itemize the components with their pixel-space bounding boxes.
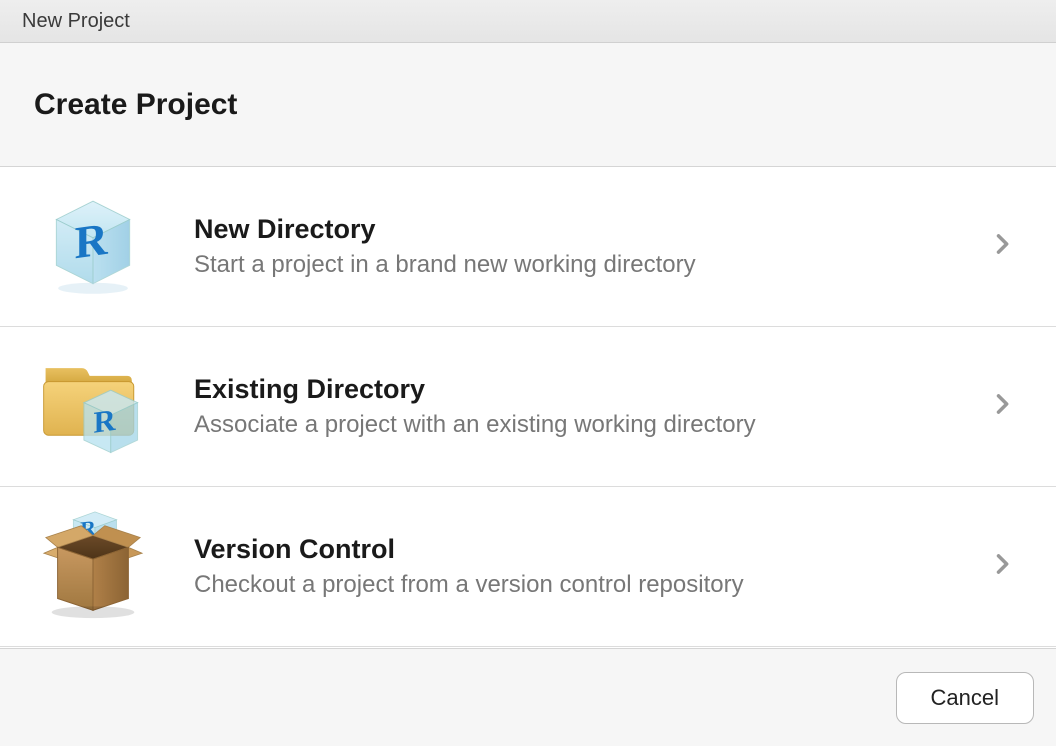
option-version-control[interactable]: R Version Control Checkout a project fro…: [0, 487, 1056, 647]
option-text: New Directory Start a project in a brand…: [158, 214, 988, 279]
title-bar: New Project: [0, 0, 1056, 43]
options-list: R New Directory Start a project in a bra…: [0, 167, 1056, 647]
option-existing-directory[interactable]: R Existing Directory Associate a project…: [0, 327, 1056, 487]
option-title: Version Control: [194, 534, 988, 565]
option-text: Existing Directory Associate a project w…: [158, 374, 988, 439]
box-r-cube-icon: R: [28, 502, 158, 632]
r-cube-icon: R: [28, 182, 158, 312]
option-description: Start a project in a brand new working d…: [194, 251, 988, 279]
svg-text:R: R: [93, 403, 116, 440]
dialog-footer: Cancel: [0, 648, 1056, 746]
option-description: Associate a project with an existing wor…: [194, 411, 988, 439]
svg-text:R: R: [75, 212, 109, 268]
cancel-button[interactable]: Cancel: [896, 672, 1034, 724]
option-title: Existing Directory: [194, 374, 988, 405]
folder-r-cube-icon: R: [28, 342, 158, 472]
chevron-right-icon: [988, 390, 1028, 423]
option-text: Version Control Checkout a project from …: [158, 534, 988, 599]
page-title: Create Project: [34, 88, 237, 122]
option-title: New Directory: [194, 214, 988, 245]
window-title: New Project: [22, 10, 130, 33]
dialog-header: Create Project: [0, 43, 1056, 167]
option-description: Checkout a project from a version contro…: [194, 571, 988, 599]
chevron-right-icon: [988, 230, 1028, 263]
chevron-right-icon: [988, 550, 1028, 583]
option-new-directory[interactable]: R New Directory Start a project in a bra…: [0, 167, 1056, 327]
